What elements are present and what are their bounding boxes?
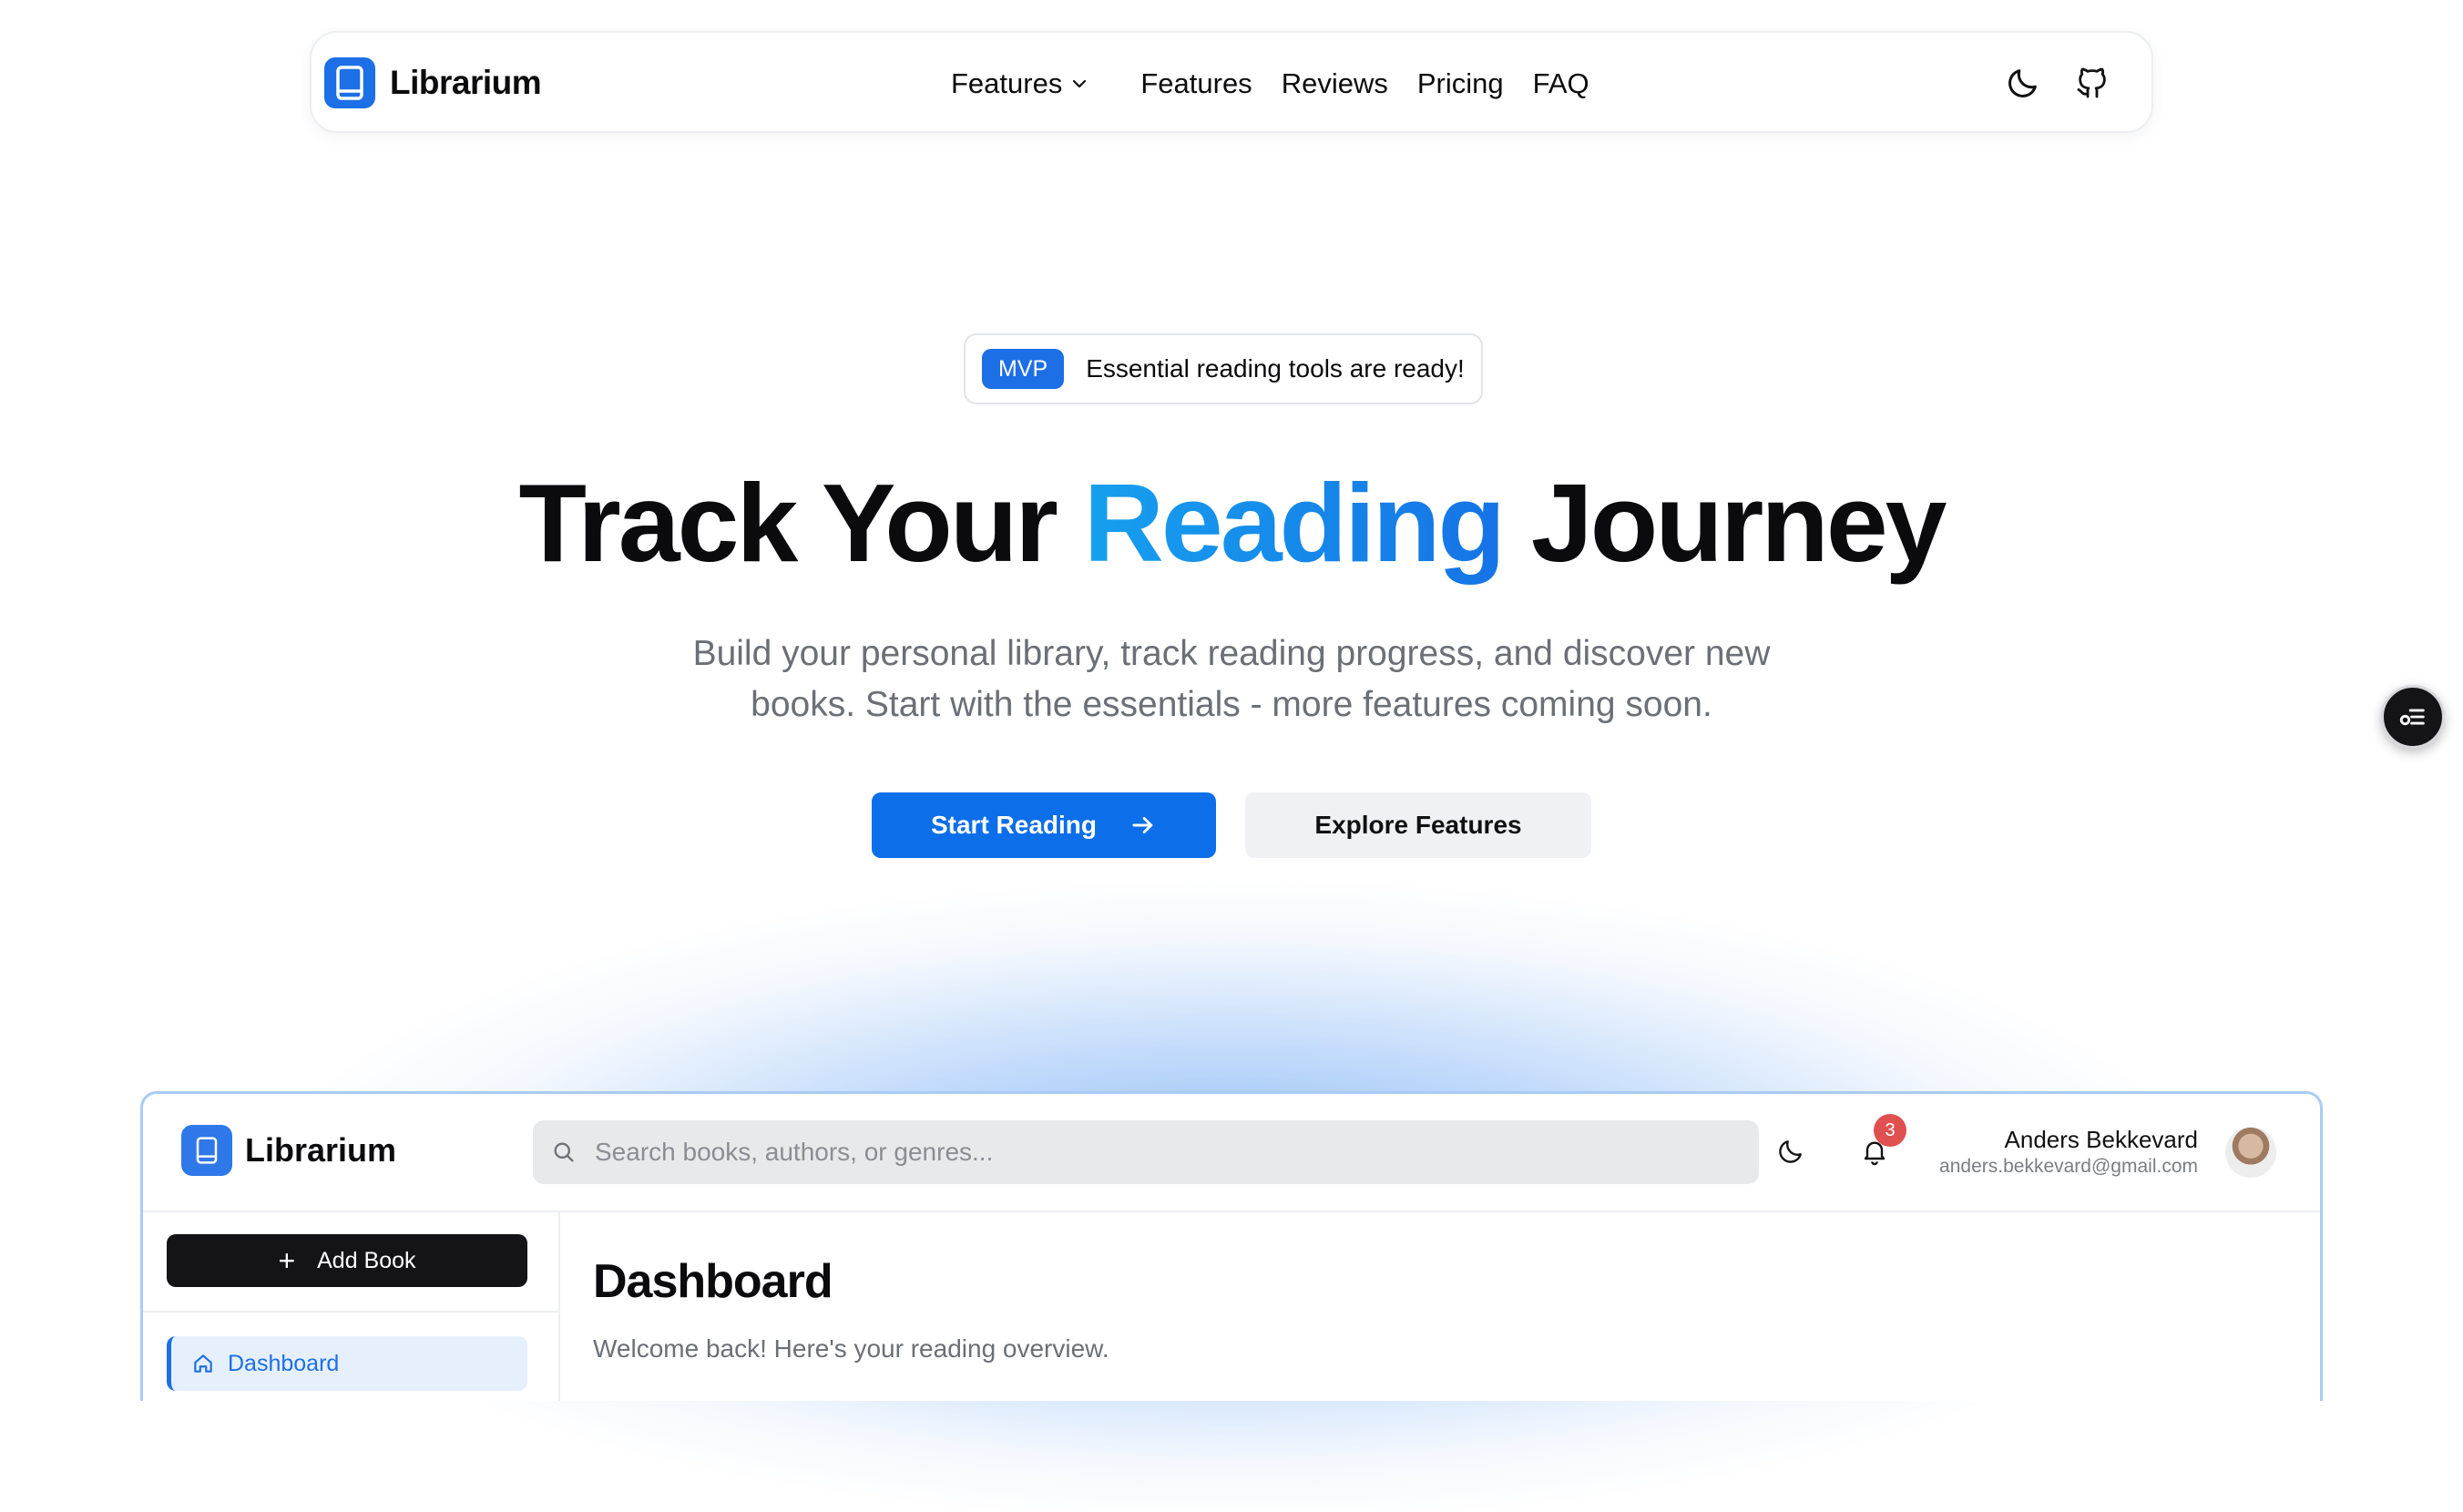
search-icon: [554, 1142, 574, 1162]
nav-actions: [2002, 62, 2113, 104]
sidebar-divider: [143, 1311, 558, 1313]
brand-name: Librarium: [390, 64, 542, 101]
start-reading-button[interactable]: Start Reading: [872, 792, 1216, 858]
app-brand[interactable]: Librarium: [181, 1125, 396, 1176]
hero-title-part2: Journey: [1530, 461, 1947, 585]
plus-icon: +: [278, 1244, 296, 1277]
home-icon: [194, 1354, 212, 1373]
nav-link-reviews[interactable]: Reviews: [1282, 67, 1388, 100]
moon-icon: [1779, 1140, 1802, 1163]
add-book-button[interactable]: + Add Book: [167, 1234, 527, 1287]
search-bar[interactable]: [533, 1120, 1759, 1184]
theme-toggle-button[interactable]: [2002, 62, 2044, 104]
hero-subtitle-line2: books. Start with the essentials - more …: [751, 685, 1712, 724]
mvp-tag: MVP: [982, 349, 1065, 389]
page-title: Dashboard: [593, 1255, 833, 1308]
page-subtitle: Welcome back! Here's your reading overvi…: [593, 1334, 1109, 1363]
hero-title-part1: Track Your: [518, 461, 1058, 585]
start-reading-label: Start Reading: [930, 811, 1098, 839]
app-preview: Librarium 3 Anders Bekkevard anders.bekk…: [140, 1091, 2323, 1401]
chevron-down-icon: [1073, 79, 1087, 88]
nav-link-pricing[interactable]: Pricing: [1417, 67, 1504, 100]
app-header: Librarium 3 Anders Bekkevard anders.bekk…: [143, 1094, 2320, 1212]
app-sidebar: + Add Book Dashboard: [143, 1211, 560, 1401]
search-input[interactable]: [593, 1137, 1690, 1168]
sidebar-item-dashboard[interactable]: Dashboard: [167, 1336, 527, 1391]
top-navbar: Librarium Features Features Reviews Pric…: [310, 31, 2153, 133]
explore-features-label: Explore Features: [1314, 811, 1522, 839]
book-icon: [181, 1125, 232, 1176]
user-info[interactable]: Anders Bekkevard anders.bekkevard@gmail.…: [1939, 1125, 2198, 1180]
brand[interactable]: Librarium: [324, 57, 542, 108]
avatar[interactable]: [2225, 1127, 2276, 1178]
hero-subtitle-line1: Build your personal library, track readi…: [692, 634, 1771, 673]
floating-menu-button[interactable]: [2381, 685, 2445, 749]
github-icon: [2077, 67, 2106, 98]
arrow-right-icon: [1132, 817, 1153, 833]
app-brand-name: Librarium: [245, 1131, 397, 1169]
announcement-badge: MVP Essential reading tools are ready!: [964, 333, 1483, 404]
nav-link-faq[interactable]: FAQ: [1533, 67, 1589, 100]
add-book-label: Add Book: [317, 1247, 416, 1273]
notification-count-badge: 3: [1874, 1114, 1906, 1147]
hero-title: Track Your Reading Journey: [0, 459, 2463, 587]
explore-features-button[interactable]: Explore Features: [1245, 792, 1591, 858]
user-email: anders.bekkevard@gmail.com: [1939, 1156, 2198, 1177]
app-theme-toggle[interactable]: [1770, 1130, 1812, 1172]
nav-features-dropdown[interactable]: Features: [951, 67, 1088, 100]
hero-subtitle: Build your personal library, track readi…: [594, 628, 1869, 730]
moon-icon: [2008, 69, 2037, 97]
book-icon: [324, 57, 375, 108]
nav-links: Features Features Reviews Pricing FAQ: [951, 33, 1619, 135]
hero-title-accent: Reading: [1083, 461, 1506, 585]
nav-features-dropdown-label: Features: [951, 67, 1063, 99]
announcement-text: Essential reading tools are ready!: [1086, 354, 1465, 383]
sidebar-item-label: Dashboard: [228, 1350, 340, 1376]
github-button[interactable]: [2071, 62, 2113, 104]
settings-list-icon: [2399, 709, 2425, 726]
user-name: Anders Bekkevard: [2004, 1126, 2198, 1153]
nav-link-features[interactable]: Features: [1140, 67, 1252, 100]
